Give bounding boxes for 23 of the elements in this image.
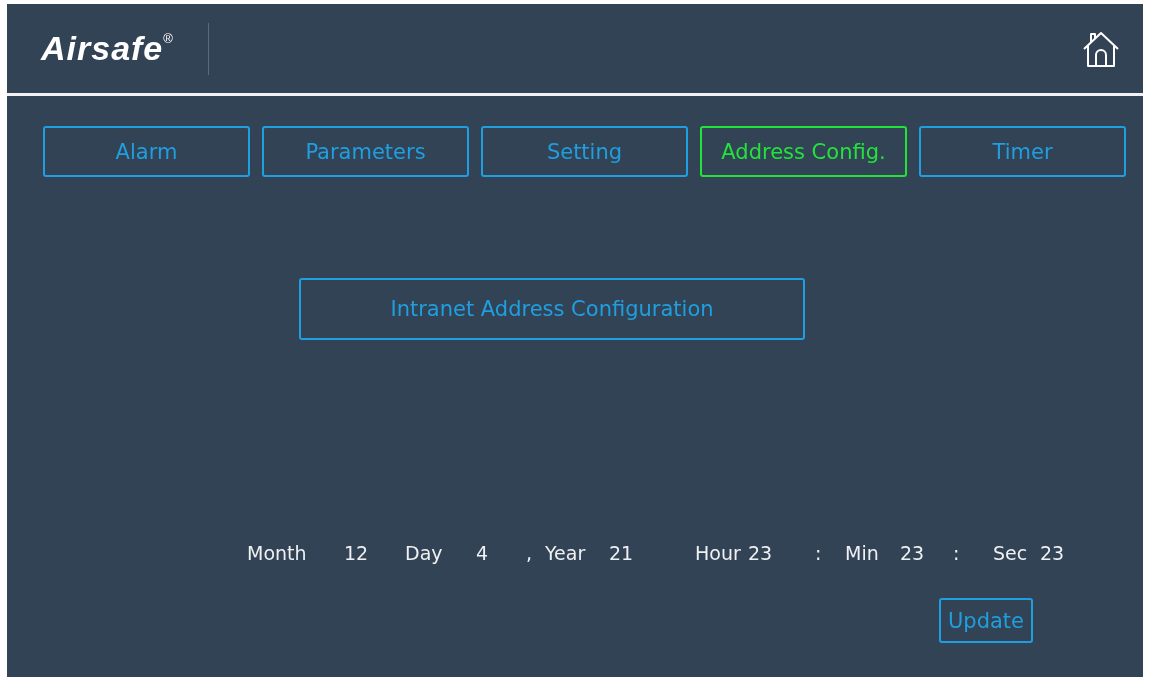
datetime-text: Min bbox=[845, 542, 880, 564]
datetime-text: 4 bbox=[476, 542, 490, 564]
datetime-text: Month bbox=[247, 542, 308, 564]
datetime-text: 12 bbox=[344, 542, 370, 564]
tab[interactable]: Parameters bbox=[262, 126, 469, 177]
intranet-config-button[interactable]: Intranet Address Configuration bbox=[299, 278, 805, 340]
datetime-text: 23 bbox=[1040, 542, 1066, 564]
datetime-text: Sec bbox=[993, 542, 1029, 564]
datetime-text: 23 bbox=[900, 542, 926, 564]
update-button[interactable]: Update bbox=[938, 598, 1033, 643]
datetime-text: : bbox=[815, 542, 823, 564]
datetime-text: 21 bbox=[609, 542, 635, 564]
brand-logo: Airsafe$^{®}$ bbox=[41, 29, 174, 68]
datetime-text: Day bbox=[405, 542, 444, 564]
datetime-text: : bbox=[953, 542, 961, 564]
tab[interactable]: Setting bbox=[481, 126, 688, 177]
tab[interactable]: Timer bbox=[919, 126, 1126, 177]
datetime-text: Year bbox=[545, 542, 587, 564]
tab[interactable]: Alarm bbox=[43, 126, 250, 177]
datetime-text: 23 bbox=[748, 542, 774, 564]
tab[interactable]: Address Config. bbox=[700, 126, 907, 177]
datetime-text: Hour bbox=[695, 542, 742, 564]
datetime-text: , bbox=[526, 542, 534, 564]
